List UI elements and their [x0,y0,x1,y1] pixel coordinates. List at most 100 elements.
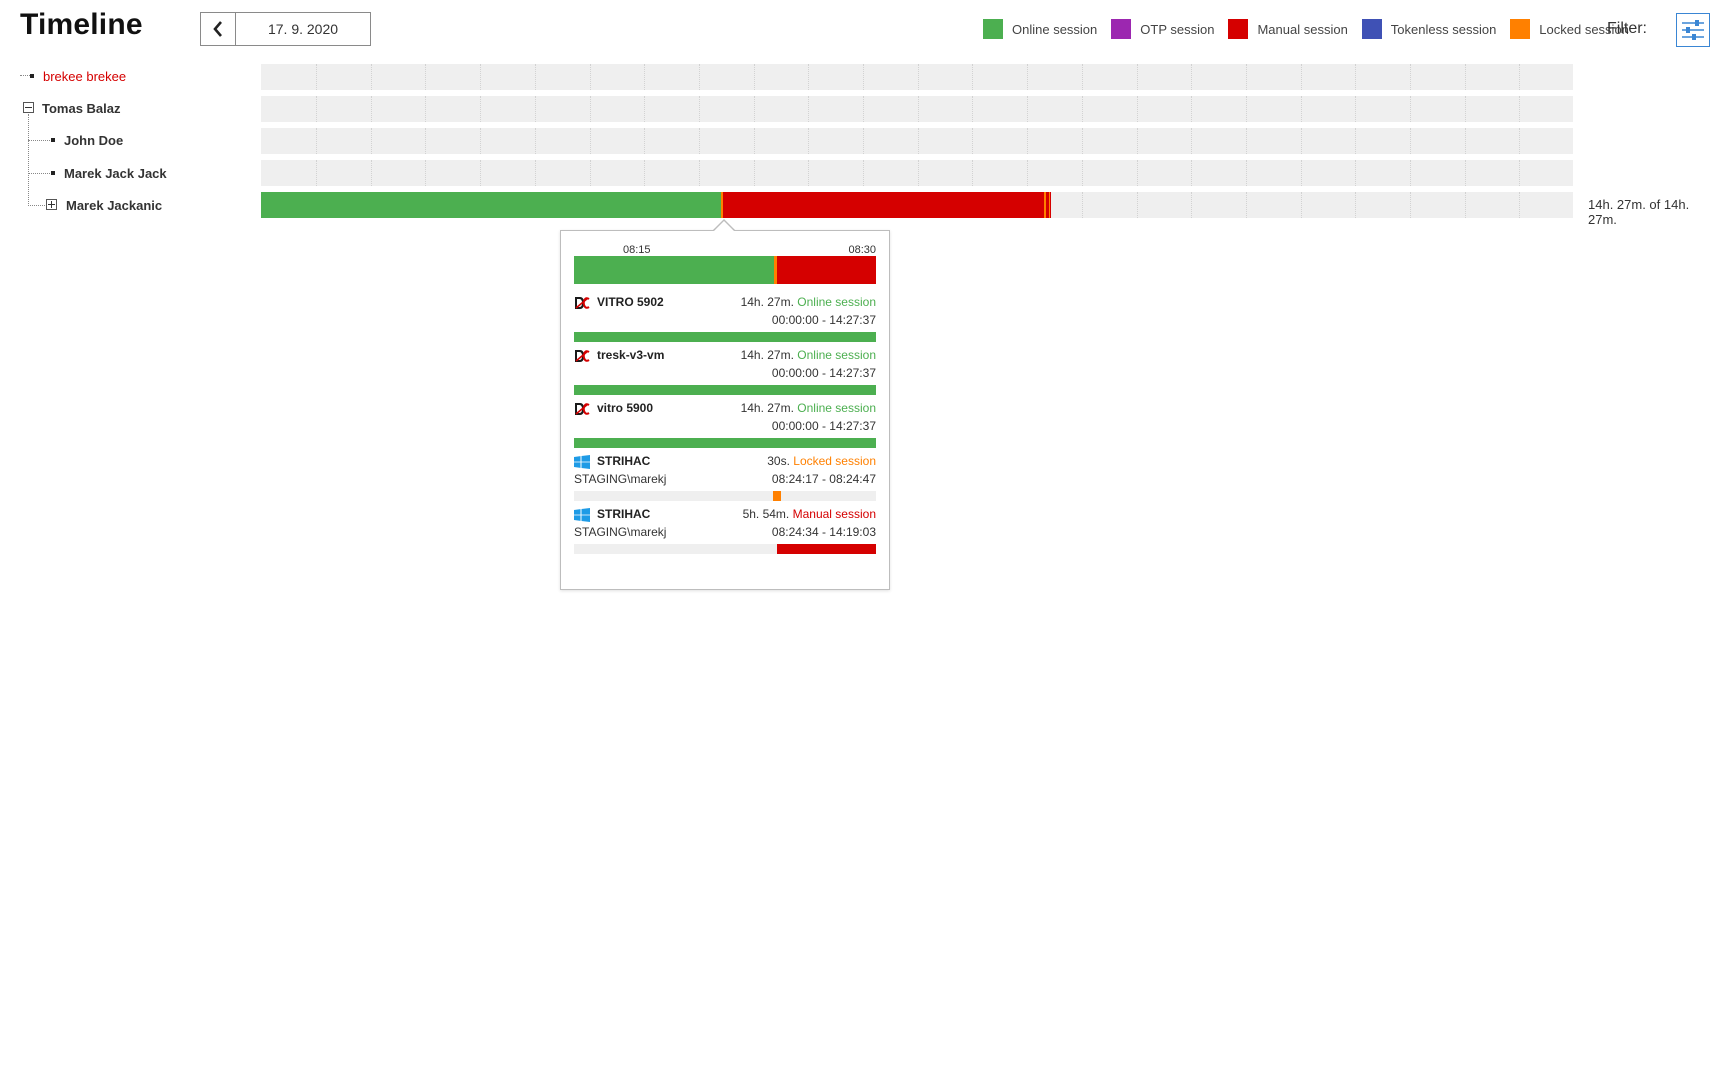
timeline-track[interactable] [261,160,1573,186]
tooltip-time-start: 08:15 [623,244,651,256]
gridline [1027,128,1028,154]
session-bar [574,544,876,554]
gridline [1246,192,1247,218]
gridline [371,64,372,90]
session-duration: 14h. 27m. [740,401,794,415]
online-session-segment[interactable] [261,192,721,218]
legend-label: OTP session [1140,21,1215,37]
gridline [1410,128,1411,154]
tree-item-label: Marek Jackanic [66,197,163,213]
tree-item-john-doe[interactable]: John Doe [51,130,123,150]
legend-label: Online session [1012,21,1098,37]
session-duration: 14h. 27m. [740,348,794,362]
gridline [644,128,645,154]
gridline [754,128,755,154]
session-entry: STRIHAC 5h. 54m. Manual session STAGING\ma… [574,506,876,562]
timeline-track[interactable] [261,128,1573,154]
locked-session-segment[interactable] [1049,192,1050,218]
legend-item: OTP session [1111,19,1214,39]
session-type: Online session [797,295,876,309]
session-machine-name: tresk-v3-vm [597,348,665,362]
session-time-range: 00:00:00 - 14:27:37 [771,419,876,433]
timeline-track[interactable] [261,64,1573,90]
gridline [535,128,536,154]
session-duration: 5h. 54m. [742,507,790,521]
session-machine-name: STRIHAC [597,507,651,521]
gridline [1191,96,1192,122]
timeline-track[interactable] [261,96,1573,122]
gridline [972,64,973,90]
gridline [1082,96,1083,122]
tree-item-brekee[interactable]: brekee brekee [30,66,126,86]
gridline [1465,96,1466,122]
session-duration-line: 14h. 27m. Online session [741,348,876,362]
previous-day-button[interactable] [201,13,236,45]
gridline [1410,96,1411,122]
gridline [918,128,919,154]
gridline [1519,192,1520,218]
session-bar [574,438,876,448]
session-bar-fill [574,385,876,395]
gridline [371,128,372,154]
gridline [425,160,426,186]
gridline [1137,192,1138,218]
gridline [1246,128,1247,154]
session-type: Locked session [793,454,876,468]
gridline [316,96,317,122]
date-field[interactable]: 17. 9. 2020 [236,13,370,45]
session-bar-fill [772,491,781,501]
gridline [1191,192,1192,218]
legend-item: Online session [983,19,1097,39]
tree-connector [28,140,50,141]
gridline [863,128,864,154]
filter-button[interactable] [1676,13,1710,47]
legend: Online session OTP session Manual session T… [983,19,1643,39]
gridline [1027,96,1028,122]
sliders-icon [1682,20,1704,40]
gridline [480,160,481,186]
session-bar-fill [776,544,876,554]
tooltip-time-end: 08:30 [848,244,876,256]
gridline [371,160,372,186]
gridline [808,64,809,90]
gridline [1465,160,1466,186]
gridline [699,64,700,90]
tree-item-marek-jackanic[interactable]: Marek Jackanic [66,195,162,215]
collapse-icon[interactable] [23,102,34,113]
gridline [1519,128,1520,154]
session-duration-line: 14h. 27m. Online session [741,401,876,415]
gridline [808,160,809,186]
gridline [371,96,372,122]
gridline [1355,96,1356,122]
dc-icon [574,349,590,363]
gridline [590,96,591,122]
session-entry: VITRO 5902 14h. 27m. Online session 00:00:… [574,294,876,350]
tree-connector [28,114,29,206]
session-entry: vitro 5900 14h. 27m. Online session 00:00:… [574,400,876,456]
gridline [1301,192,1302,218]
expand-icon[interactable] [46,199,57,210]
gridline [480,64,481,90]
manual-session-segment[interactable] [723,192,1044,218]
filter-label: Filter: [1607,20,1647,37]
tree-item-marek-jack-jack[interactable]: Marek Jack Jack [51,163,167,183]
gridline [1246,64,1247,90]
gridline [1027,160,1028,186]
online-session-segment [574,256,774,284]
timeline-track-active[interactable] [261,192,1573,218]
gridline [1410,192,1411,218]
legend-swatch [1361,19,1382,39]
session-time-range: 00:00:00 - 14:27:37 [771,366,876,380]
gridline [590,64,591,90]
session-duration-line: 5h. 54m. Manual session [743,507,876,521]
gridline [1082,128,1083,154]
gridline [1137,64,1138,90]
tooltip-overview-bar [574,256,876,284]
tree-item-tomas-balaz[interactable]: Tomas Balaz [42,98,121,118]
tree-item-label: brekee brekee [43,68,127,84]
gridline [480,128,481,154]
session-time-range: 08:24:34 - 14:19:03 [771,525,876,539]
gridline [425,64,426,90]
gridline [1465,128,1466,154]
tree-connector [28,173,50,174]
